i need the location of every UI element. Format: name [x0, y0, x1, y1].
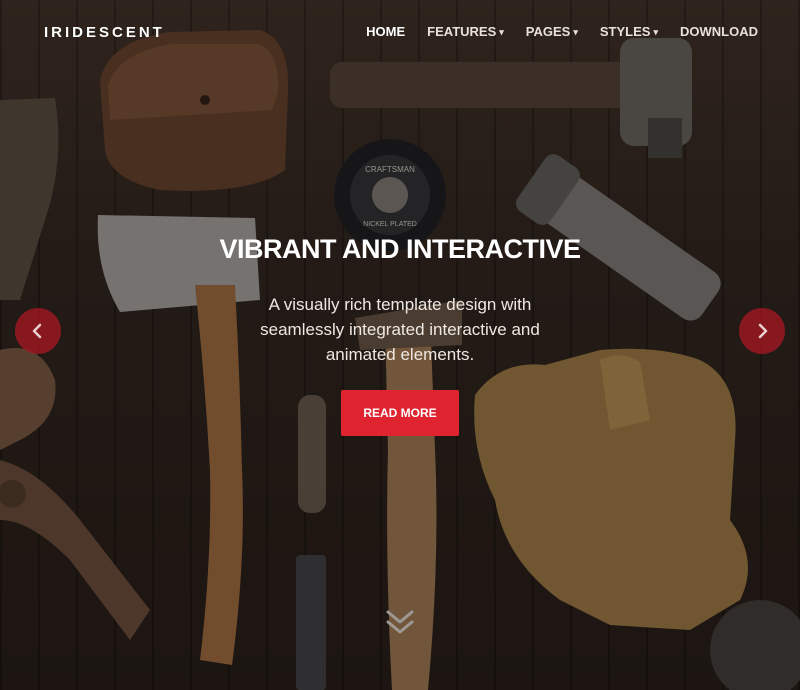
chevron-down-icon: ▾ [653, 27, 658, 37]
main-menu: HOME FEATURES ▾ PAGES ▾ STYLES ▾ DOWNLOA… [344, 24, 758, 39]
nav-item-styles[interactable]: STYLES ▾ [600, 24, 658, 39]
nav-item-label: DOWNLOAD [680, 24, 758, 39]
navbar: IRIDESCENT HOME FEATURES ▾ PAGES ▾ STYLE… [0, 0, 800, 64]
nav-item-download[interactable]: DOWNLOAD [680, 24, 758, 39]
read-more-button[interactable]: READ MORE [341, 390, 459, 436]
nav-item-label: PAGES [525, 24, 571, 39]
chevron-down-icon: ▾ [573, 27, 578, 37]
hero-headline: VIBRANT AND INTERACTIVE [219, 234, 581, 264]
slider-next-button[interactable] [739, 308, 785, 354]
nav-item-label: HOME [366, 24, 406, 39]
nav-item-label: STYLES [599, 24, 651, 39]
chevron-right-icon [758, 323, 768, 339]
chevron-down-icon: ▾ [499, 27, 504, 37]
site-logo[interactable]: IRIDESCENT [44, 24, 165, 41]
chevron-left-icon [32, 323, 42, 339]
nav-item-features[interactable]: FEATURES ▾ [427, 24, 504, 39]
slider-prev-button[interactable] [15, 308, 61, 354]
nav-item-label: FEATURES [427, 24, 497, 39]
nav-item-pages[interactable]: PAGES ▾ [526, 24, 578, 39]
double-chevron-down-icon [386, 610, 414, 634]
hero-subtitle: A visually rich template design with sea… [260, 295, 540, 364]
scroll-down-button[interactable] [384, 606, 416, 638]
nav-item-home[interactable]: HOME [366, 24, 405, 39]
